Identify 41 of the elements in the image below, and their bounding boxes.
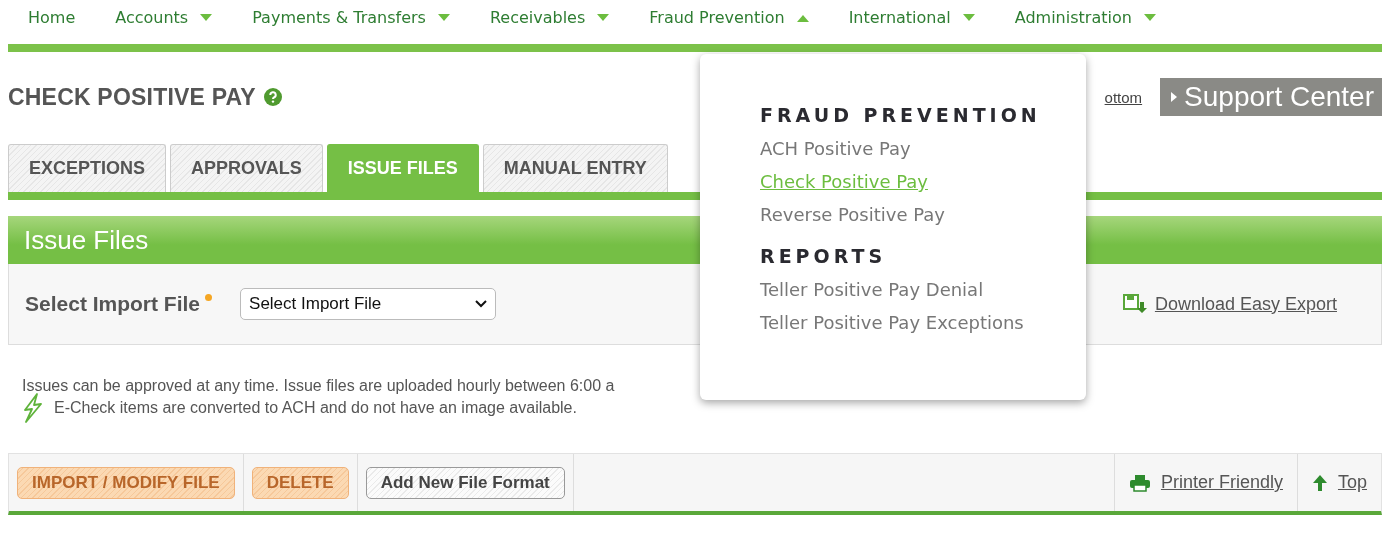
info-text: Issues can be approved at any time. Issue files are uploaded hourly between 6:00 a [22,377,616,395]
triangle-icon [1170,91,1179,103]
caret-icon [796,14,809,22]
nav-menu-item[interactable]: Receivables [489,8,610,44]
chevron-icon [475,300,488,308]
lightning-icon [22,393,44,423]
printer-friendly-link[interactable]: Printer Friendly [1160,472,1283,493]
menu-item[interactable]: Teller Positive Pay Denial [760,279,1086,300]
nav-menu-item[interactable]: Home [28,8,76,44]
tab[interactable]: MANUAL ENTRY [482,144,668,192]
menu-item[interactable]: Teller Positive Pay Exceptions [760,312,1086,333]
caret-icon [962,14,975,22]
menu-heading: FRAUD PREVENTION [760,104,1042,126]
caret-icon [1143,14,1156,22]
nav-menu-item[interactable]: Accounts [115,8,213,44]
nav-menu-item[interactable]: Administration [1014,8,1156,44]
caret-icon [200,14,213,22]
nav-menu-item[interactable]: International [848,8,975,44]
support-center-button[interactable]: Support Center [1160,78,1382,116]
nav-menu-item[interactable]: Payments & Transfers [252,8,450,44]
info-text: E-Check items are converted to ACH and do not have an image available. [54,399,577,417]
import-file-select[interactable]: Select Import File [240,288,497,320]
toolbar-button[interactable]: Add New File Format [365,466,565,499]
menu-heading: REPORTS [760,245,888,267]
tab[interactable]: EXCEPTIONS [8,144,167,192]
caret-icon [597,14,610,22]
field-label: Select Import File [25,292,201,316]
menu-item[interactable]: Reverse Positive Pay [760,204,1086,225]
jump-link[interactable]: ottom [1104,88,1143,106]
panel-title: Issue Files [24,224,149,256]
download-easy-export-link[interactable]: Download Easy Export [1154,293,1337,315]
tab[interactable]: APPROVALS [170,144,323,192]
download-icon [1122,294,1147,314]
page-title: CHECK POSITIVE PAY [8,83,256,111]
printer-icon [1128,473,1151,492]
top-link[interactable]: Top [1337,472,1367,493]
up-arrow-icon [1311,473,1328,492]
help-icon[interactable] [263,88,282,106]
caret-icon [437,14,450,22]
menu-item[interactable]: ACH Positive Pay [760,138,1086,159]
nav-menu-item[interactable]: Fraud Prevention [649,8,809,44]
